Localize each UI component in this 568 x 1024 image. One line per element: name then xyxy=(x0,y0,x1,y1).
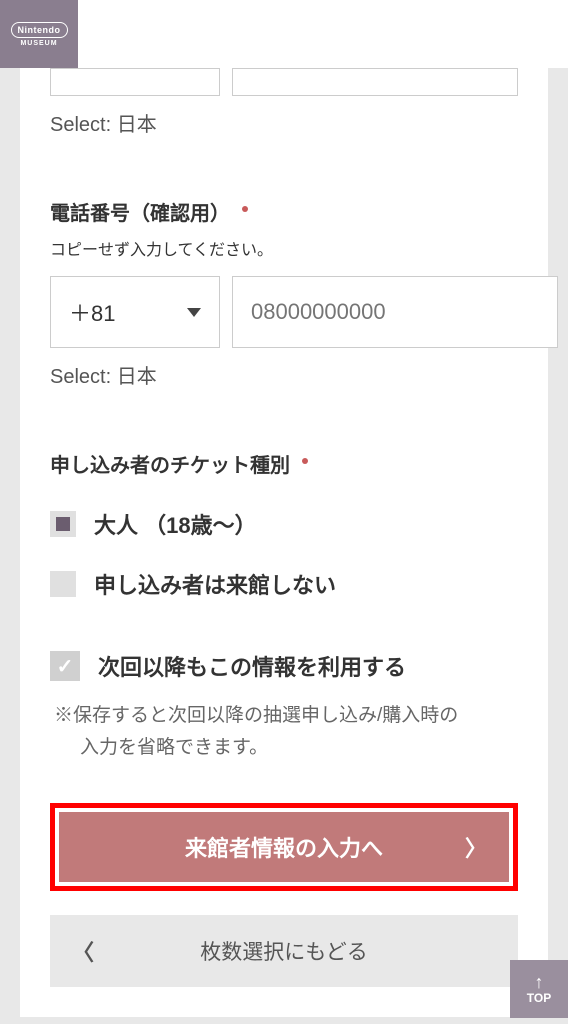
phone-input-prev[interactable] xyxy=(232,68,518,96)
note-line1: ※保存すると次回以降の抽選申し込み/購入時の xyxy=(54,705,458,726)
radio-label: 大人 （18歳〜） xyxy=(94,508,257,540)
logo-museum-text: MUSEUM xyxy=(20,40,57,47)
required-indicator-icon xyxy=(302,458,308,464)
back-button[interactable]: 〈 枚数選択にもどる xyxy=(50,915,518,987)
chevron-left-icon: 〈 xyxy=(72,935,94,967)
country-select-label: Select: 日本 xyxy=(50,360,518,389)
next-button-label: 来館者情報の入力へ xyxy=(185,831,383,863)
phone-input-row-prev xyxy=(50,68,518,96)
header: Nintendo MUSEUM xyxy=(0,0,568,68)
scroll-top-button[interactable]: ↑ TOP xyxy=(510,960,568,1018)
phone-confirm-title: 電話番号（確認用） xyxy=(50,197,518,226)
checkbox-icon: ✓ xyxy=(50,651,80,681)
ticket-type-option-adult[interactable]: 大人 （18歳〜） xyxy=(50,508,518,540)
save-info-label: 次回以降もこの情報を利用する xyxy=(98,650,406,682)
phone-confirm-hint: コピーせず入力してください。 xyxy=(50,236,518,260)
ticket-type-title-text: 申し込み者のチケット種別 xyxy=(50,455,290,477)
required-indicator-icon xyxy=(242,206,248,212)
arrow-up-icon: ↑ xyxy=(535,973,544,991)
save-info-checkbox[interactable]: ✓ 次回以降もこの情報を利用する xyxy=(50,650,518,682)
phone-confirm-section: 電話番号（確認用） コピーせず入力してください。 ＋81 Select: 日本 xyxy=(50,197,518,389)
ticket-type-option-not-visiting[interactable]: 申し込み者は来館しない xyxy=(50,568,518,600)
phone-confirm-title-text: 電話番号（確認用） xyxy=(50,203,230,225)
country-select-label-prev: Select: 日本 xyxy=(50,108,518,137)
country-code-select[interactable]: ＋81 xyxy=(50,276,220,348)
top-button-label: TOP xyxy=(527,991,551,1005)
form-content: Select: 日本 電話番号（確認用） コピーせず入力してください。 ＋81 … xyxy=(20,68,548,1017)
radio-icon xyxy=(50,571,76,597)
nintendo-museum-logo[interactable]: Nintendo MUSEUM xyxy=(0,0,78,68)
country-code-value: ＋81 xyxy=(69,296,115,328)
phone-confirm-input[interactable] xyxy=(232,276,558,348)
country-select-prev[interactable] xyxy=(50,68,220,96)
logo-nintendo-text: Nintendo xyxy=(11,22,68,38)
chevron-down-icon xyxy=(187,308,201,317)
ticket-type-section: 申し込み者のチケット種別 大人 （18歳〜） 申し込み者は来館しない xyxy=(50,449,518,600)
back-button-label: 枚数選択にもどる xyxy=(200,936,368,966)
chevron-right-icon: 〉 xyxy=(465,831,487,863)
ticket-type-title: 申し込み者のチケット種別 xyxy=(50,449,518,478)
check-mark-icon: ✓ xyxy=(57,654,74,679)
note-line2: 入力を省略できます。 xyxy=(54,732,518,764)
ticket-type-radio-group: 大人 （18歳〜） 申し込み者は来館しない xyxy=(50,508,518,600)
radio-icon xyxy=(50,511,76,537)
save-info-note: ※保存すると次回以降の抽選申し込み/購入時の 入力を省略できます。 xyxy=(50,700,518,765)
radio-label: 申し込み者は来館しない xyxy=(94,568,336,600)
phone-confirm-row: ＋81 xyxy=(50,276,518,348)
primary-button-highlight: 来館者情報の入力へ 〉 xyxy=(50,803,518,891)
next-button[interactable]: 来館者情報の入力へ 〉 xyxy=(59,812,509,882)
